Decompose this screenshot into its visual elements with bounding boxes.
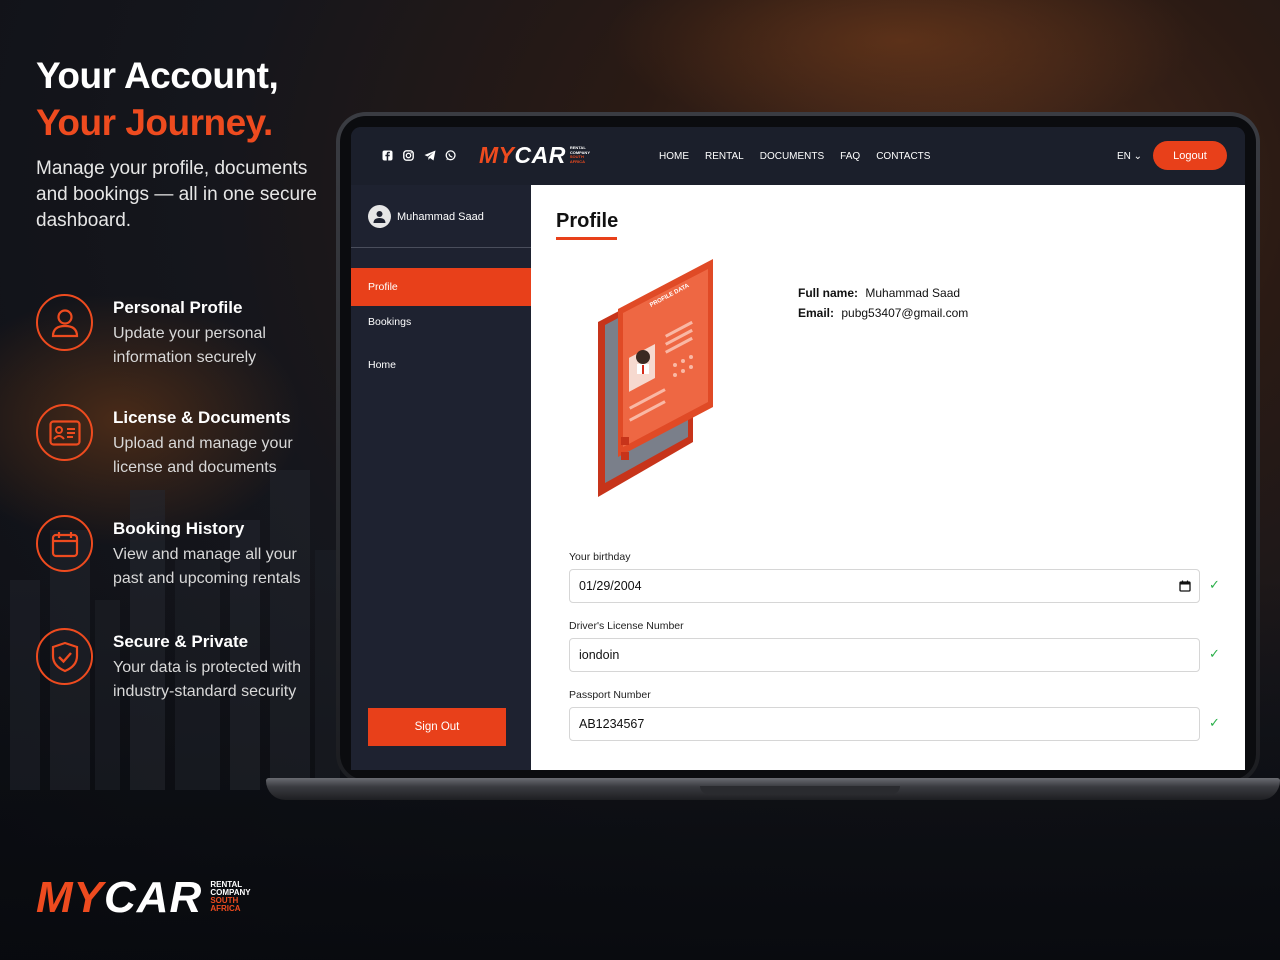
- passport-number-value: AB1234567: [579, 717, 645, 731]
- full-name-label: Full name:: [798, 286, 859, 300]
- nav-faq[interactable]: FAQ: [840, 151, 860, 162]
- passport-number-input[interactable]: AB1234567: [569, 707, 1200, 741]
- birthday-label: Your birthday: [569, 551, 631, 563]
- logo-tag-line4: AFRICA: [210, 904, 241, 913]
- profile-content: Profile PROFILE DATA Full name: Muhammad…: [531, 185, 1245, 770]
- sign-out-button[interactable]: Sign Out: [368, 708, 506, 746]
- birthday-input[interactable]: 01/29/2004: [569, 569, 1200, 603]
- hero-title: Your Account, Your Journey.: [36, 52, 279, 146]
- laptop-screen: MYCAR RENTAL COMPANY SOUTH AFRICA HOME R…: [351, 127, 1245, 770]
- feature-personal-profile: Personal Profile Update your personal in…: [36, 294, 326, 404]
- logo-tag-line4: AFRICA: [569, 158, 585, 164]
- laptop-notch: [700, 786, 900, 794]
- logo-suffix: CAR: [104, 873, 203, 922]
- user-icon: [36, 294, 93, 351]
- main-nav: HOME RENTAL DOCUMENTS FAQ CONTACTS: [659, 151, 930, 162]
- feature-title: Secure & Private: [113, 632, 249, 651]
- license-number-input[interactable]: iondoin: [569, 638, 1200, 672]
- language-selector[interactable]: EN ⌄: [1117, 151, 1142, 162]
- user-info: Muhammad Saad: [368, 205, 484, 228]
- whatsapp-icon[interactable]: [444, 149, 457, 162]
- avatar: [368, 205, 391, 228]
- nav-rental[interactable]: RENTAL: [705, 151, 744, 162]
- sidebar-item-home[interactable]: Home: [351, 346, 531, 384]
- feature-description: View and manage all your past and upcomi…: [113, 546, 301, 587]
- logo-prefix: MY: [479, 142, 515, 168]
- logout-button[interactable]: Logout: [1153, 141, 1227, 170]
- feature-secure-private: Secure & Private Your data is protected …: [36, 628, 326, 738]
- feature-title: Booking History: [113, 519, 245, 538]
- sidebar: Muhammad Saad Profile Bookings Home Sign…: [351, 185, 531, 770]
- id-card-icon: [36, 404, 93, 461]
- birthday-value: 01/29/2004: [579, 579, 642, 593]
- sidebar-item-profile[interactable]: Profile: [351, 268, 531, 306]
- hero-subtitle: Manage your profile, documents and booki…: [36, 158, 317, 231]
- license-number-value: iondoin: [579, 648, 620, 662]
- calendar-icon: [36, 515, 93, 572]
- title-underline: [556, 237, 617, 240]
- profile-document-illustration: PROFILE DATA: [598, 259, 713, 497]
- feature-description: Upload and manage your license and docum…: [113, 435, 293, 476]
- shield-check-icon: [36, 628, 93, 685]
- nav-contacts[interactable]: CONTACTS: [876, 151, 930, 162]
- mycar-logo-large: MYCAR RENTAL COMPANY SOUTH AFRICA: [36, 876, 251, 920]
- email-label: Email:: [798, 306, 835, 320]
- license-label: Driver's License Number: [569, 620, 684, 632]
- profile-info: Full name: Muhammad Saad Email: pubg5340…: [798, 283, 968, 323]
- passport-label: Passport Number: [569, 689, 651, 701]
- logo-suffix: CAR: [514, 142, 566, 168]
- email-value: pubg53407@gmail.com: [841, 306, 969, 320]
- license-valid-check-icon: ✓: [1209, 646, 1220, 661]
- feature-license-documents: License & Documents Upload and manage yo…: [36, 404, 326, 514]
- nav-home[interactable]: HOME: [659, 151, 689, 162]
- mycar-logo[interactable]: MYCAR RENTAL COMPANY SOUTH AFRICA: [479, 143, 590, 167]
- site-header: MYCAR RENTAL COMPANY SOUTH AFRICA HOME R…: [351, 127, 1245, 185]
- birthday-valid-check-icon: ✓: [1209, 577, 1220, 592]
- social-links: [381, 149, 457, 162]
- user-name: Muhammad Saad: [397, 210, 484, 223]
- feature-booking-history: Booking History View and manage all your…: [36, 515, 326, 625]
- calendar-picker-icon[interactable]: [1179, 580, 1191, 592]
- feature-description: Your data is protected with industry-sta…: [113, 659, 301, 700]
- hero-title-line1: Your Account,: [36, 55, 279, 96]
- sidebar-divider: [351, 247, 531, 248]
- logo-prefix: MY: [36, 873, 104, 922]
- nav-documents[interactable]: DOCUMENTS: [760, 151, 824, 162]
- page-title: Profile: [556, 210, 619, 232]
- facebook-icon[interactable]: [381, 149, 394, 162]
- sidebar-item-bookings[interactable]: Bookings: [351, 303, 531, 341]
- feature-title: Personal Profile: [113, 298, 243, 317]
- passport-valid-check-icon: ✓: [1209, 715, 1220, 730]
- hero-title-line2: Your Journey.: [36, 102, 273, 143]
- feature-title: License & Documents: [113, 408, 291, 427]
- feature-description: Update your personal information securel…: [113, 325, 266, 366]
- full-name-value: Muhammad Saad: [865, 286, 961, 300]
- telegram-icon[interactable]: [423, 149, 436, 162]
- instagram-icon[interactable]: [402, 149, 415, 162]
